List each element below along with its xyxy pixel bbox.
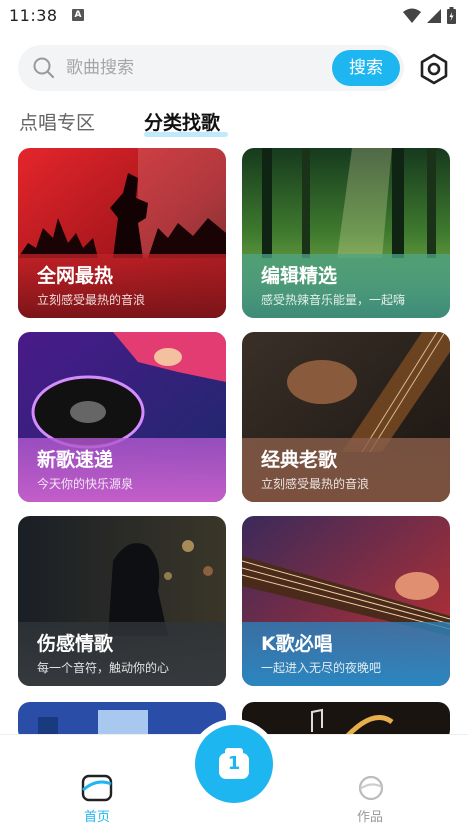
notification-icon: A bbox=[72, 9, 84, 21]
category-title: 经典老歌 bbox=[261, 449, 338, 471]
category-card-hot[interactable]: 全网最热 立刻感受最热的音浪 bbox=[18, 148, 226, 318]
status-time: 11:38 bbox=[9, 6, 58, 25]
wifi-icon bbox=[403, 8, 421, 23]
category-title: 新歌速递 bbox=[37, 449, 114, 471]
signal-icon bbox=[427, 8, 441, 23]
category-card-editors-pick[interactable]: 编辑精选 感受热辣音乐能量，一起嗨 bbox=[242, 148, 450, 318]
center-action-button[interactable]: 1 bbox=[195, 725, 273, 803]
category-subtitle: 一起进入无尽的夜晚吧 bbox=[261, 661, 382, 675]
nav-home-label[interactable]: 首页 bbox=[84, 806, 110, 825]
category-card-sad-songs[interactable]: 伤感情歌 每一个音符，触动你的心 bbox=[18, 516, 226, 686]
category-subtitle: 今天你的快乐源泉 bbox=[37, 477, 134, 491]
category-title: 编辑精选 bbox=[261, 265, 338, 287]
category-subtitle: 感受热辣音乐能量，一起嗨 bbox=[261, 293, 406, 307]
nav-works-label[interactable]: 作品 bbox=[357, 806, 383, 825]
status-bar: 11:38 A bbox=[0, 0, 468, 32]
works-icon[interactable] bbox=[356, 775, 386, 801]
search-icon bbox=[33, 57, 55, 79]
search-input[interactable] bbox=[66, 45, 336, 91]
category-card-karaoke-must[interactable]: K歌必唱 一起进入无尽的夜晚吧 bbox=[242, 516, 450, 686]
status-icons bbox=[403, 7, 456, 24]
category-card-new-songs[interactable]: 新歌速递 今天你的快乐源泉 bbox=[18, 332, 226, 502]
home-icon[interactable] bbox=[81, 774, 113, 802]
settings-icon[interactable] bbox=[418, 53, 450, 85]
category-title: K歌必唱 bbox=[261, 633, 333, 655]
category-title: 全网最热 bbox=[37, 265, 114, 287]
category-subtitle: 立刻感受最热的音浪 bbox=[37, 293, 146, 307]
tab-karaoke-zone[interactable]: 点唱专区 bbox=[19, 108, 95, 135]
tab-category-search[interactable]: 分类找歌 bbox=[144, 108, 220, 135]
battery-icon bbox=[447, 7, 456, 24]
queue-count: 1 bbox=[227, 753, 241, 774]
category-card-classics[interactable]: 经典老歌 立刻感受最热的音浪 bbox=[242, 332, 450, 502]
search-button[interactable]: 搜索 bbox=[332, 50, 400, 86]
category-title: 伤感情歌 bbox=[37, 633, 114, 655]
category-subtitle: 立刻感受最热的音浪 bbox=[261, 477, 370, 491]
search-bar: 搜索 bbox=[18, 45, 404, 91]
category-subtitle: 每一个音符，触动你的心 bbox=[37, 661, 170, 675]
